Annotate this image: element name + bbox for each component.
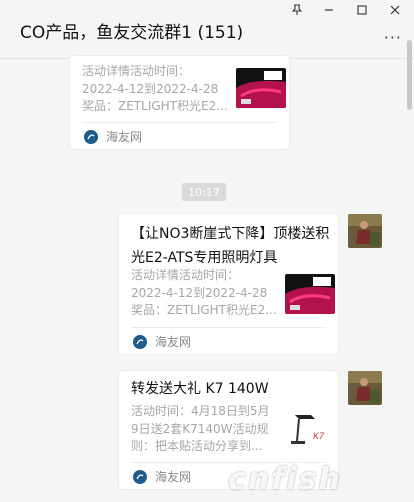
source-logo-icon (133, 469, 147, 484)
svg-text:K7: K7 (313, 431, 325, 441)
card-divider (131, 327, 326, 328)
card-thumbnail: K7 (285, 409, 335, 449)
card-description: 活动详情活动时间： 2022-4-12到2022-4-28 奖品：ZETLIGH… (131, 268, 277, 317)
scrollbar[interactable] (407, 40, 412, 110)
card-source-label: 海友网 (155, 335, 192, 349)
card-source: 海友网 (84, 128, 142, 145)
chat-title: CO产品，鱼友交流群1 (151) (20, 23, 244, 43)
sender-avatar[interactable] (348, 214, 382, 248)
card-description: 活动详情活动时间： 2022-4-12到2022-4-28 奖品：ZETLIGH… (82, 64, 228, 113)
card-source: 海友网 (133, 333, 191, 350)
site-watermark: cnfish (228, 462, 342, 497)
card-source-label: 海友网 (106, 130, 143, 144)
sender-avatar[interactable] (348, 371, 382, 405)
card-source: 海友网 (133, 468, 191, 485)
source-logo-icon (133, 334, 147, 349)
minimize-icon[interactable] (318, 2, 340, 18)
close-icon[interactable] (384, 2, 406, 18)
card-title: 转发送大礼 K7 140W (131, 381, 269, 397)
link-card-2[interactable]: 【让NO3断崖式下降】顶楼送积光E2-ATS专用照明灯具 活动详情活动时间： 2… (119, 214, 338, 354)
source-logo-icon (84, 129, 98, 144)
pin-icon[interactable] (286, 2, 308, 18)
message-timestamp: 10:17 (182, 183, 226, 201)
card-title: 【让NO3断崖式下降】顶楼送积光E2-ATS专用照明灯具 (131, 226, 330, 266)
title-bar: CO产品，鱼友交流群1 (151) ··· (0, 0, 414, 59)
card-thumbnail (285, 274, 335, 314)
card-thumbnail (236, 68, 286, 108)
link-card-1[interactable]: 活动详情活动时间： 2022-4-12到2022-4-28 奖品：ZETLIGH… (70, 56, 289, 149)
card-divider (82, 122, 277, 123)
card-description: 活动时间：4月18日到5月 9日送2套K7140W活动规 则：把本贴活动分享到.… (131, 404, 270, 453)
card-source-label: 海友网 (155, 470, 192, 484)
maximize-icon[interactable] (351, 2, 373, 18)
more-icon[interactable]: ··· (384, 28, 402, 47)
